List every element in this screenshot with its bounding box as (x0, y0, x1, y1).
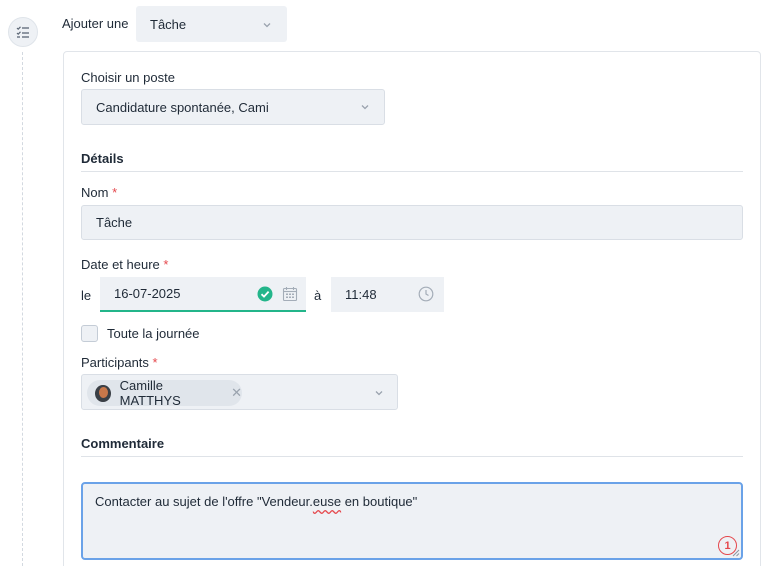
participant-chip-label: Camille MATTHYS (119, 378, 181, 408)
chevron-down-icon (375, 391, 383, 396)
clock-icon[interactable] (418, 286, 434, 302)
remove-chip-icon[interactable]: ✕ (231, 385, 242, 401)
avatar (95, 384, 111, 402)
list-toggle-button[interactable] (8, 17, 38, 47)
chevron-down-icon (361, 105, 369, 110)
poste-select-value: Candidature spontanée, Cami (96, 99, 269, 115)
date-input[interactable]: 16-07-2025 (100, 277, 306, 312)
nom-label: Nom * (81, 185, 118, 200)
date-input-value: 16-07-2025 (114, 286, 181, 301)
details-section-title: Détails (81, 151, 124, 166)
add-type-label: Ajouter une (62, 16, 129, 31)
time-prefix: à (314, 288, 322, 303)
resize-handle-icon[interactable] (732, 549, 740, 557)
all-day-checkbox[interactable] (81, 325, 98, 342)
comment-divider (81, 456, 743, 457)
comment-textarea[interactable]: Contacter au sujet de l'offre "Vendeur.e… (81, 482, 743, 560)
comment-text: Contacter au sujet de l'offre "Vendeur.e… (95, 494, 418, 509)
participants-label: Participants * (81, 355, 158, 370)
valid-check-icon (257, 286, 273, 302)
nom-input-value: Tâche (96, 215, 133, 230)
details-divider (81, 171, 743, 172)
nom-input[interactable]: Tâche (81, 205, 743, 240)
comment-section-title: Commentaire (81, 436, 165, 451)
type-select[interactable]: Tâche (136, 6, 287, 42)
all-day-label: Toute la journée (107, 326, 200, 341)
chevron-down-icon (263, 23, 271, 28)
required-mark: * (163, 257, 169, 272)
misspelled-word: euse (312, 494, 342, 509)
participant-chip: Camille MATTHYS ✕ (87, 378, 242, 408)
calendar-icon[interactable] (282, 286, 298, 302)
time-input[interactable]: 11:48 (331, 277, 444, 312)
date-prefix: le (81, 288, 92, 303)
required-mark: * (152, 355, 158, 370)
required-mark: * (112, 185, 118, 200)
task-list-icon (16, 26, 29, 38)
date-label: Date et heure * (81, 257, 169, 272)
poste-label: Choisir un poste (81, 70, 175, 85)
timeline-divider (22, 52, 23, 566)
type-select-value: Tâche (150, 16, 187, 32)
poste-select[interactable]: Candidature spontanée, Cami (81, 89, 385, 125)
time-input-value: 11:48 (345, 287, 377, 302)
